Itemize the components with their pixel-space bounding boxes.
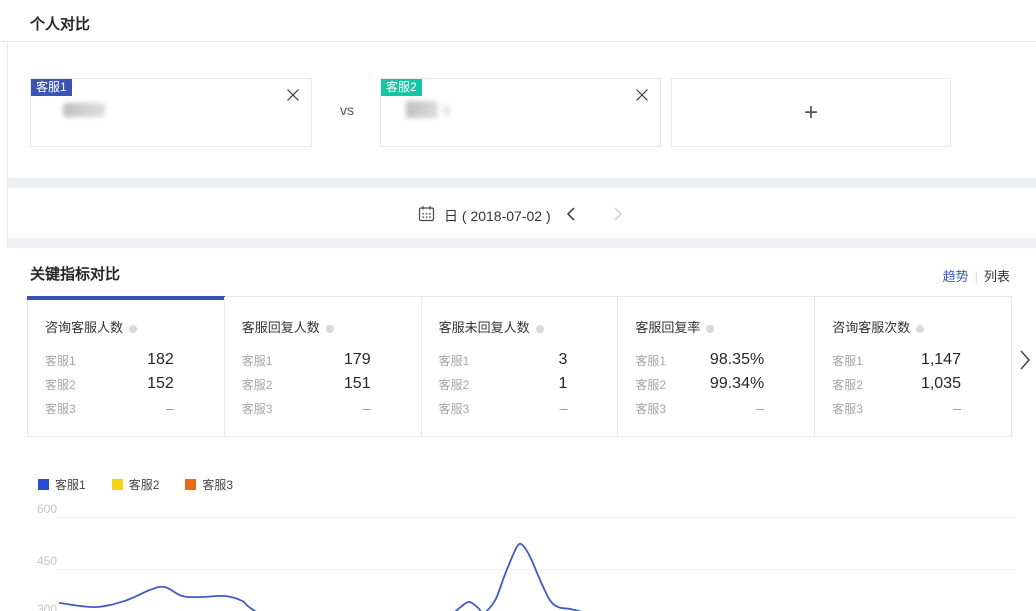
metric-title: 客服未回复人数 [439,317,618,336]
date-range-label[interactable]: 日 ( 2018-07-02 ) [444,206,551,226]
legend-swatch [38,479,49,490]
metric-row: 客服2152 [28,372,224,396]
metric-row: 客服21 [422,372,618,396]
agent1-trend-line [60,544,1010,611]
agent-selection-row: 客服1 vs 客服2 + [0,42,1036,178]
metric-row: 客服1179 [225,348,421,372]
metric-row: 客服3– [225,396,421,420]
close-icon [285,87,301,103]
metric-row: 客服3– [815,396,1011,420]
metric-title: 咨询客服次数 [832,317,1011,336]
metric-cards-strip: 咨询客服人数 客服1182 客服2152 客服3– 客服回复人数 客服1179 … [27,296,1012,437]
metric-card-reply-count[interactable]: 客服回复人数 客服1179 客服2151 客服3– [224,297,421,436]
date-selector-bar: 日 ( 2018-07-02 ) [8,188,1036,238]
metric-title: 客服回复人数 [242,317,421,336]
metric-row: 客服2151 [225,372,421,396]
info-dot-icon [536,325,544,333]
page-header: 个人对比 [0,0,1036,42]
remove-agent-1-button[interactable] [285,87,301,103]
metric-card-consult-sessions[interactable]: 咨询客服次数 客服11,147 客服21,035 客服3– [814,297,1011,436]
key-metrics-section: 关键指标对比 趋势 | 列表 咨询客服人数 客服1182 客服2152 客服3– 客… [0,248,1036,611]
previous-day-button[interactable] [565,206,577,227]
chevron-right-icon [612,206,624,222]
info-dot-icon [706,325,714,333]
active-card-indicator [27,296,225,300]
agent-1-name-redacted [63,103,105,117]
metrics-section-title: 关键指标对比 [30,263,120,284]
agent-card-2[interactable]: 客服2 [380,78,661,147]
toggle-separator: | [975,269,978,284]
legend-swatch [185,479,196,490]
metric-row: 客服3– [422,396,618,420]
toggle-trend[interactable]: 趋势 [943,269,969,284]
metric-row: 客服3– [618,396,814,420]
info-dot-icon [916,325,924,333]
agent-card-1[interactable]: 客服1 [30,78,312,147]
metric-title: 客服回复率 [635,317,814,336]
metric-row: 客服299.34% [618,372,814,396]
more-metrics-button[interactable] [1018,348,1034,372]
metric-row: 客服11,147 [815,348,1011,372]
calendar-icon[interactable] [418,205,435,227]
legend-item-agent1[interactable]: 客服1 [38,476,86,493]
info-dot-icon [129,325,137,333]
metric-row: 客服198.35% [618,348,814,372]
chevron-left-icon [565,206,577,222]
trend-line-chart [30,495,1020,611]
metric-row: 客服21,035 [815,372,1011,396]
section-divider [8,238,1036,248]
page-title: 个人对比 [30,13,90,34]
chevron-right-icon [1018,348,1032,372]
metric-row: 客服3– [28,396,224,420]
agent-2-name-redacted [406,101,438,118]
vs-label: vs [340,102,354,118]
metric-row: 客服1182 [28,348,224,372]
remove-agent-2-button[interactable] [634,87,650,103]
agent-2-name-redacted-fragment [443,105,451,116]
agent-1-badge: 客服1 [31,79,72,96]
next-day-button[interactable] [612,206,624,227]
section-divider [8,178,1036,188]
legend-swatch [112,479,123,490]
add-agent-card[interactable]: + [671,78,951,147]
legend-item-agent3[interactable]: 客服3 [185,476,233,493]
metric-card-reply-rate[interactable]: 客服回复率 客服198.35% 客服299.34% 客服3– [617,297,814,436]
info-dot-icon [326,325,334,333]
metric-title: 咨询客服人数 [45,317,224,336]
metric-row: 客服13 [422,348,618,372]
personal-compare-page: 个人对比 客服1 vs 客服2 + [0,0,1036,611]
view-toggle: 趋势 | 列表 [943,266,1010,285]
metric-card-unreplied-count[interactable]: 客服未回复人数 客服13 客服21 客服3– [421,297,618,436]
plus-icon: + [804,103,818,123]
metric-card-consult-count[interactable]: 咨询客服人数 客服1182 客服2152 客服3– [28,297,224,436]
legend-item-agent2[interactable]: 客服2 [112,476,160,493]
agent-2-badge: 客服2 [381,79,422,96]
close-icon [634,87,650,103]
toggle-list[interactable]: 列表 [984,269,1010,284]
chart-legend: 客服1 客服2 客服3 [38,476,233,493]
